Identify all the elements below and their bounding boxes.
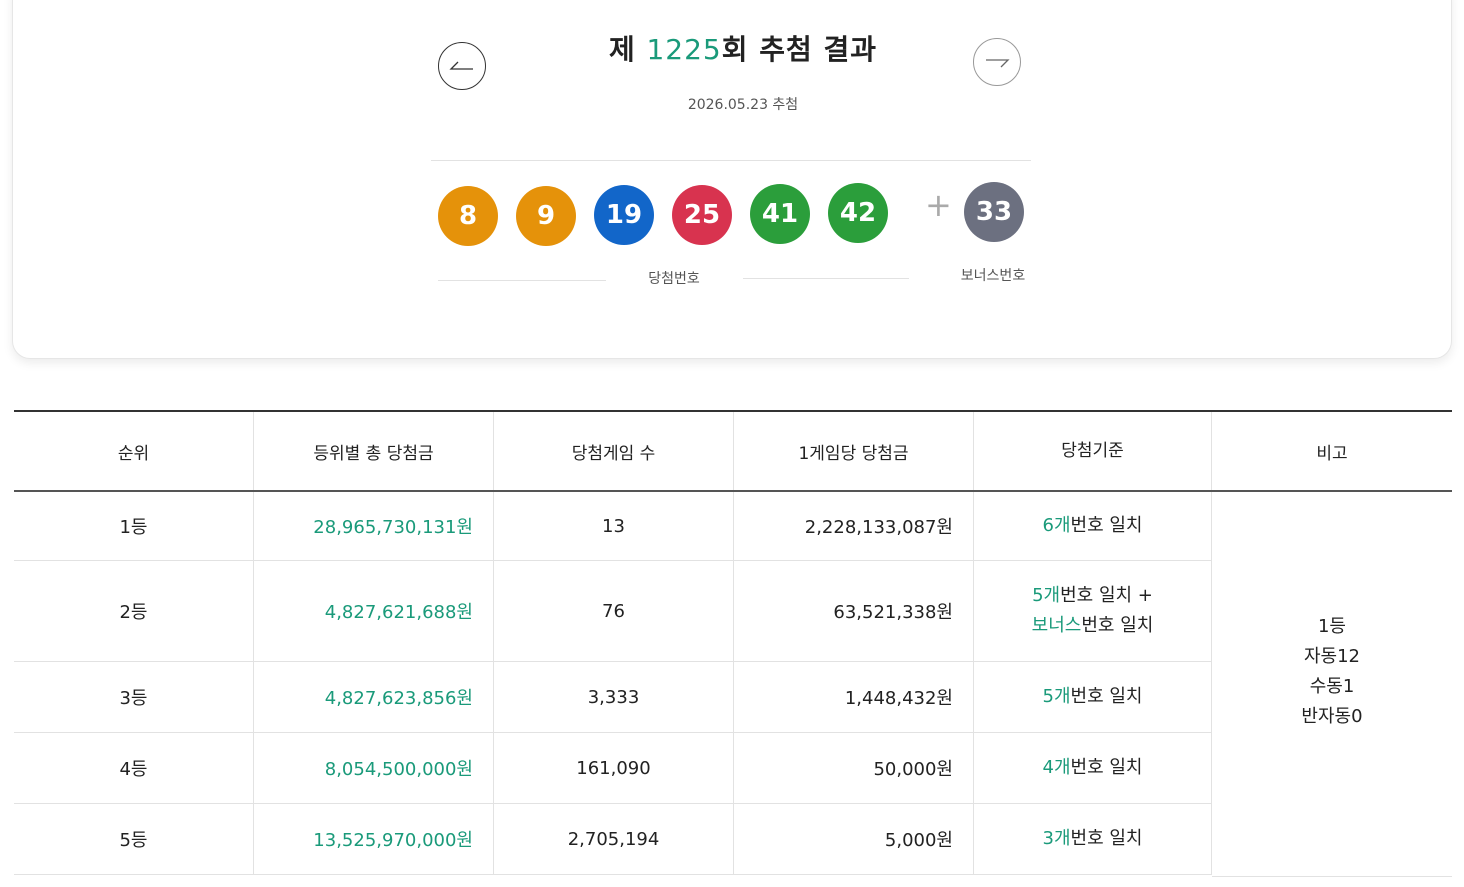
rank-cell: 1등 [14,492,254,560]
divider [431,160,1031,161]
round-number: 1225 [646,33,722,66]
arrow-left-icon [449,61,473,70]
criteria-count: 5개 [1042,686,1071,707]
criteria-count: 6개 [1042,515,1071,536]
bonus-ball: 33 [964,182,1024,242]
criteria-cell: 3개번호 일치 [974,804,1212,874]
rank-cell: 5등 [14,804,254,874]
winning-ball-3: 19 [594,185,654,245]
criteria-cell: 5개번호 일치 + 보너스번호 일치 [974,561,1212,661]
winning-ball-2: 9 [516,186,576,246]
winning-numbers-label: 당첨번호 [648,271,700,287]
total-prize-cell: 28,965,730,131원 [254,492,494,560]
prize-per-game-cell: 50,000원 [734,733,974,803]
criteria-count: 5개 [1032,585,1061,606]
criteria-cell: 5개번호 일치 [974,662,1212,732]
header-total-prize: 등위별 총 당첨금 [254,412,494,490]
header-rank: 순위 [14,412,254,490]
criteria-text: 번호 일치 + [1060,585,1153,606]
winner-count-cell: 13 [494,492,734,560]
criteria-count: 3개 [1042,828,1071,849]
header-note: 비고 [1316,443,1348,464]
prize-per-game-cell: 2,228,133,087원 [734,492,974,560]
winning-ball-5: 41 [750,184,810,244]
rank-cell: 2등 [14,561,254,661]
winner-count-cell: 3,333 [494,662,734,732]
total-prize-cell: 13,525,970,000원 [254,804,494,874]
rank-cell: 3등 [14,662,254,732]
criteria-text: 번호 일치 [1070,828,1143,849]
prize-per-game-cell: 5,000원 [734,804,974,874]
winning-ball-1: 8 [438,186,498,246]
caption-line-left [438,280,606,281]
header-winner-count: 당첨게임 수 [494,412,734,490]
winner-count-cell: 2,705,194 [494,804,734,874]
criteria-text: 번호 일치 [1070,686,1143,707]
bonus-number-label: 보너스번호 [960,268,1026,284]
note-line: 수동1 [1309,676,1355,697]
table-header: 순위 등위별 총 당첨금 당첨게임 수 1게임당 당첨금 당첨기준 비고 [14,412,1452,492]
criteria-cell: 4개번호 일치 [974,733,1212,803]
criteria-count: 4개 [1042,757,1071,778]
total-prize-cell: 4,827,621,688원 [254,561,494,661]
draw-date: 2026.05.23 추첨 [687,97,799,113]
criteria-text: 번호 일치 [1081,615,1154,636]
draw-title: 제 1225회 추첨 결과 [493,28,993,68]
criteria-bonus: 보너스 [1031,615,1082,636]
prev-round-button[interactable] [438,42,486,90]
note-line: 자동12 [1303,646,1361,667]
note-line: 반자동0 [1301,706,1363,727]
winning-ball-4: 25 [672,185,732,245]
title-suffix: 회 추첨 결과 [721,33,878,66]
caption-line-right [743,278,909,279]
draw-result-card: 제 1225회 추첨 결과 2026.05.23 추첨 8 9 19 25 41… [12,0,1452,359]
winning-ball-6: 42 [828,183,888,243]
prize-per-game-cell: 63,521,338원 [734,561,974,661]
title-prefix: 제 [608,33,647,66]
prize-per-game-cell: 1,448,432원 [734,662,974,732]
criteria-cell: 6개번호 일치 [974,492,1212,560]
total-prize-cell: 4,827,623,856원 [254,662,494,732]
header-prize-per-game: 1게임당 당첨금 [734,412,974,490]
criteria-text: 번호 일치 [1070,757,1143,778]
winner-count-cell: 76 [494,561,734,661]
total-prize-cell: 8,054,500,000원 [254,733,494,803]
rank-cell: 4등 [14,733,254,803]
note-line: 1등 [1317,616,1346,637]
header-criteria: 당첨기준 [974,412,1212,490]
plus-sign: + [925,186,952,224]
note-text: 1등 자동12 수동1 반자동0 [1212,612,1452,732]
winner-count-cell: 161,090 [494,733,734,803]
criteria-text: 번호 일치 [1070,515,1143,536]
